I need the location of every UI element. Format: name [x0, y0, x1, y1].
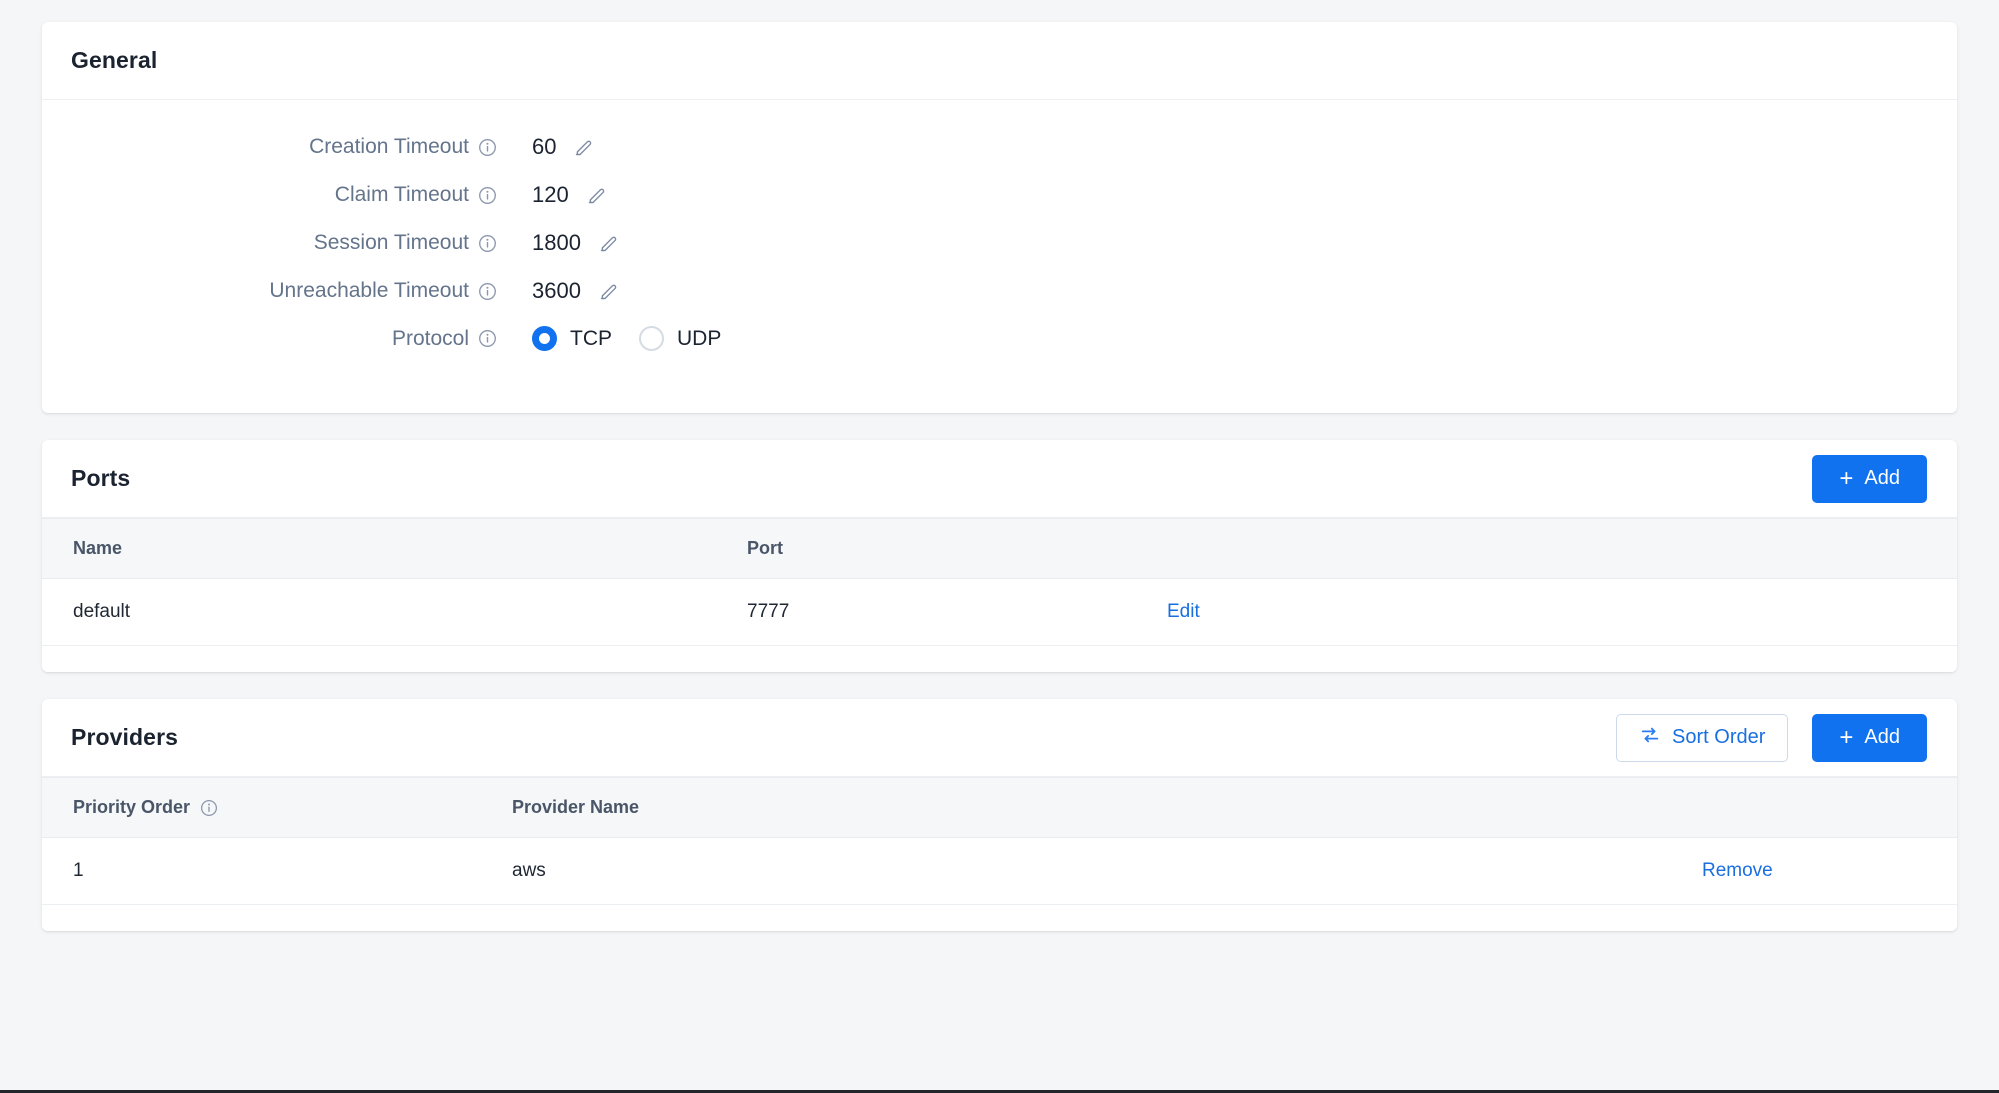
swap-arrows-icon: [1639, 724, 1661, 752]
field-label-creation-timeout: Creation Timeout: [42, 135, 497, 159]
providers-add-button[interactable]: + Add: [1812, 713, 1927, 762]
providers-table-head: Priority Order Provider Name: [42, 777, 1957, 838]
field-value-text: 120: [532, 182, 569, 207]
general-card-header: General: [42, 22, 1957, 100]
ports-cell-port: 7777: [747, 578, 1167, 646]
providers-col-priority-label: Priority Order: [73, 797, 191, 817]
radio-label-udp: UDP: [677, 326, 722, 350]
providers-col-priority-order: Priority Order: [42, 777, 512, 838]
field-value-claim-timeout: 120: [532, 182, 607, 208]
field-row-claim-timeout: Claim Timeout 120: [42, 182, 1957, 208]
providers-card: Providers Sort Order + Add Priority Orde…: [42, 699, 1957, 931]
providers-header-row: Priority Order Provider Name: [42, 777, 1957, 838]
field-value-unreachable-timeout: 3600: [532, 278, 619, 304]
settings-page: General Creation Timeout 60 Claim Timeou…: [0, 0, 1999, 1093]
providers-cell-priority: 1: [42, 837, 512, 905]
providers-remove-link[interactable]: Remove: [1702, 860, 1773, 881]
field-value-text: 1800: [532, 230, 581, 255]
radio-dot-udp: [639, 326, 664, 351]
field-row-protocol: Protocol TCP UDP: [42, 326, 1957, 351]
field-row-creation-timeout: Creation Timeout 60: [42, 134, 1957, 160]
ports-table: Name Port default 7777 Edit: [42, 518, 1957, 646]
field-label-session-timeout: Session Timeout: [42, 231, 497, 255]
pencil-icon[interactable]: [598, 233, 619, 254]
providers-col-actions: [1702, 777, 1957, 838]
ports-header-row: Name Port: [42, 518, 1957, 579]
providers-card-header: Providers Sort Order + Add: [42, 699, 1957, 777]
pencil-icon[interactable]: [573, 137, 594, 158]
table-row: default 7777 Edit: [42, 578, 1957, 646]
plus-icon: +: [1839, 723, 1854, 751]
ports-add-label: Add: [1864, 467, 1900, 489]
info-icon[interactable]: [478, 282, 497, 301]
providers-sort-order-button[interactable]: Sort Order: [1616, 713, 1789, 762]
field-label-text: Protocol: [391, 326, 469, 350]
field-label-text: Unreachable Timeout: [269, 279, 469, 302]
pencil-icon[interactable]: [598, 281, 619, 302]
general-form: Creation Timeout 60 Claim Timeout 120 Se…: [42, 100, 1957, 413]
radio-option-udp[interactable]: UDP: [639, 326, 721, 351]
field-label-text: Creation Timeout: [309, 135, 469, 158]
radio-option-tcp[interactable]: TCP: [532, 326, 612, 351]
ports-title: Ports: [71, 465, 131, 491]
field-label-claim-timeout: Claim Timeout: [42, 183, 497, 207]
protocol-radio-group: TCP UDP: [532, 326, 721, 351]
pencil-icon[interactable]: [586, 185, 607, 206]
ports-table-head: Name Port: [42, 518, 1957, 579]
info-icon[interactable]: [478, 329, 497, 348]
general-card: General Creation Timeout 60 Claim Timeou…: [42, 22, 1957, 413]
ports-cell-name: default: [42, 578, 747, 646]
field-label-protocol: Protocol: [42, 327, 497, 351]
ports-card: Ports + Add Name Port default 7777 Edit: [42, 440, 1957, 672]
providers-col-provider-name: Provider Name: [512, 777, 1702, 838]
info-icon[interactable]: [478, 234, 497, 253]
ports-add-button[interactable]: + Add: [1812, 454, 1927, 503]
ports-table-body: default 7777 Edit: [42, 578, 1957, 646]
ports-edit-link[interactable]: Edit: [1167, 601, 1200, 622]
field-value-text: 3600: [532, 278, 581, 303]
providers-table: Priority Order Provider Name 1 aws Remov…: [42, 777, 1957, 905]
radio-dot-tcp: [532, 326, 557, 351]
field-row-session-timeout: Session Timeout 1800: [42, 230, 1957, 256]
ports-col-port: Port: [747, 518, 1167, 579]
field-value-session-timeout: 1800: [532, 230, 619, 256]
field-value-text: 60: [532, 134, 557, 159]
info-icon[interactable]: [478, 186, 497, 205]
providers-table-body: 1 aws Remove: [42, 837, 1957, 905]
providers-add-label: Add: [1864, 726, 1900, 748]
info-icon[interactable]: [200, 799, 218, 817]
field-label-unreachable-timeout: Unreachable Timeout: [42, 279, 497, 303]
ports-table-footer: [42, 646, 1957, 672]
radio-label-tcp: TCP: [570, 326, 612, 350]
field-row-unreachable-timeout: Unreachable Timeout 3600: [42, 278, 1957, 304]
field-label-text: Session Timeout: [313, 231, 469, 254]
providers-header-actions: Sort Order + Add: [1616, 713, 1927, 762]
providers-sort-order-label: Sort Order: [1672, 726, 1766, 748]
ports-card-header: Ports + Add: [42, 440, 1957, 518]
providers-table-footer: [42, 905, 1957, 931]
ports-cell-actions: Edit: [1167, 578, 1957, 646]
ports-header-actions: + Add: [1812, 454, 1927, 503]
info-icon[interactable]: [478, 138, 497, 157]
ports-col-actions: [1167, 518, 1957, 579]
table-row: 1 aws Remove: [42, 837, 1957, 905]
providers-title: Providers: [71, 724, 179, 750]
field-label-text: Claim Timeout: [334, 183, 469, 206]
page-title: General: [71, 47, 158, 73]
plus-icon: +: [1839, 464, 1854, 492]
field-value-creation-timeout: 60: [532, 134, 594, 160]
providers-cell-actions: Remove: [1702, 837, 1957, 905]
providers-cell-provider: aws: [512, 837, 1702, 905]
ports-col-name: Name: [42, 518, 747, 579]
